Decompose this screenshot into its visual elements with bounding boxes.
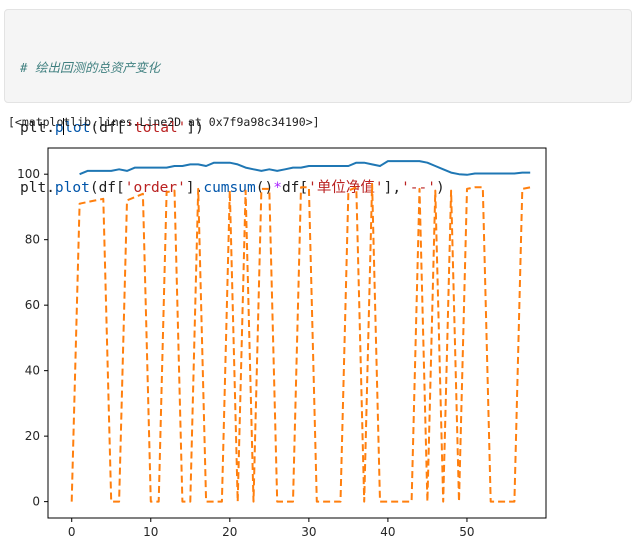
y-tick-label: 60 xyxy=(25,298,40,312)
series-lines xyxy=(70,160,531,503)
cell-output-text: [<matplotlib.lines.Line2D at 0x7f9a98c34… xyxy=(8,115,320,129)
x-tick-label: 50 xyxy=(459,525,474,539)
x-tick-label: 20 xyxy=(222,525,237,539)
y-tick-label: 80 xyxy=(25,233,40,247)
plot-area xyxy=(47,147,547,519)
y-tick-label: 20 xyxy=(25,429,40,443)
y-tick-label: 0 xyxy=(32,495,40,509)
x-tick-label: 0 xyxy=(68,525,76,539)
line-chart: 0 10 20 30 40 50 0 20 40 60 80 100 xyxy=(17,147,547,539)
code-line-comment: # 绘出回测的总资产变化 xyxy=(20,58,445,78)
x-tick-label: 30 xyxy=(301,525,316,539)
series-line-total xyxy=(79,160,531,176)
code-comment: # 绘出回测的总资产变化 xyxy=(20,60,161,75)
y-tick-label: 40 xyxy=(25,364,40,378)
x-tick-label: 10 xyxy=(143,525,158,539)
y-tick-label: 100 xyxy=(17,167,40,181)
x-tick-label: 40 xyxy=(380,525,395,539)
series-line-order-value xyxy=(70,183,531,503)
